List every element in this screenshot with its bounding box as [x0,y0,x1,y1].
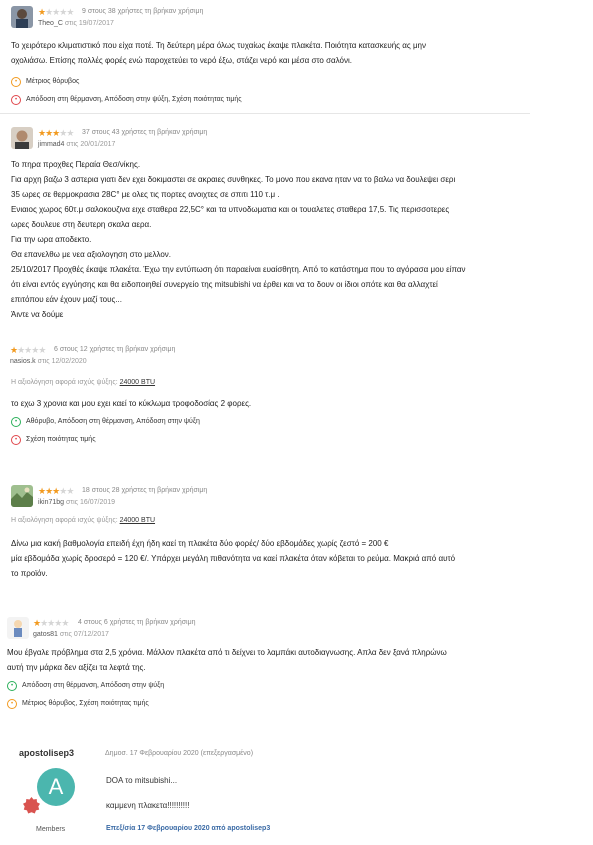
review-text: Το χειρότερο κλιματιστικό που είχα ποτέ.… [11,41,426,65]
date-prefix: στις [64,20,77,27]
author-name[interactable]: jimmad4 [38,141,64,148]
post-text: DOA το mitsubishi... [106,776,178,785]
helpful-count: 18 στους 28 χρήστες τη βρήκαν χρήσιμη [82,487,208,494]
meh-face-icon: • [7,699,17,709]
review: ★★★★★ 4 στους 6 χρήστες τη βρήκαν χρήσιμ… [0,615,545,717]
review: ★★★★★ 9 στους 38 χρήστες τη βρήκαν χρήσι… [0,2,545,113]
review-date: 20/01/2017 [80,141,116,148]
star-empty-icon: ★ [38,345,46,355]
btu-info: Η αξιολόγηση αφορά ισχύς ψύξης: 24000 BT… [11,379,156,386]
star-empty-icon: ★ [66,128,74,138]
helpful-count: 4 στους 6 χρήστες τη βρήκαν χρήσιμη [78,619,196,626]
aspect-positive: • Αθόρυβο, Απόδοση στη θέρμανση, Απόδοση … [0,417,545,435]
review-date: 12/02/2020 [51,358,87,365]
btu-link[interactable]: 24000 BTU [120,517,155,524]
author-name[interactable]: Theo_C [38,20,63,27]
review: ★★★★★ 6 στους 12 χρήστες τη βρήκαν χρήσι… [0,340,545,453]
review-date: 07/12/2017 [73,631,109,638]
btu-info: Η αξιολόγηση αφορά ισχύς ψύξης: 24000 BT… [11,517,156,524]
aspect-positive: • Απόδοση στη θέρμανση, Απόδοση στην ψύξη [0,681,545,699]
rating-stars: ★★★★★ [38,128,74,138]
author-name[interactable]: gatos81 [33,631,58,638]
user-avatar[interactable] [11,127,33,149]
divider [0,113,530,114]
rating-stars: ★★★★★ [10,345,46,355]
meh-face-icon: • [11,77,21,87]
smile-face-icon: • [11,417,21,427]
aspect-neutral: • Μέτριος θόρυβος [0,77,545,95]
frown-face-icon: • [11,435,21,445]
rank-badge-icon [23,797,40,814]
review-text: Μου έβγαλε πρόβλημα στα 2,5 χρόνια. Μάλλ… [7,648,447,672]
frown-face-icon: • [11,95,21,105]
rating-stars: ★★★★★ [38,7,74,17]
rating-stars: ★★★★★ [38,486,74,496]
btu-link[interactable]: 24000 BTU [120,379,155,386]
helpful-count: 6 στους 12 χρήστες τη βρήκαν χρήσιμη [54,346,176,353]
review-text: το εχω 3 χρονια και μου εχει καεί το κύκ… [11,399,252,408]
star-empty-icon: ★ [66,486,74,496]
review: ★★★★★ 37 στους 43 χρήστες τη βρήκαν χρήσ… [0,123,545,322]
user-avatar[interactable] [11,485,33,507]
forum-post: apostolisep3 A Members Δημοσ. 17 Φεβρουα… [0,740,593,845]
aspect-negative: • Σχέση ποιότητας τιμής [0,435,545,453]
author-name[interactable]: nasios.k [10,358,36,365]
post-date: Δημοσ. 17 Φεβρουαρίου 2020 (επεξεργασμέν… [105,750,254,757]
post-text: καμμενη πλακετα!!!!!!!!!! [106,801,190,810]
review-text: Δίνω μια κακή βαθμολογία επειδή έχη ήδη … [11,539,456,578]
edited-note[interactable]: Επεξ/σία 17 Φεβρουαρίου 2020 από apostol… [106,825,270,832]
user-avatar[interactable] [7,617,29,639]
helpful-count: 37 στους 43 χρήστες τη βρήκαν χρήσιμη [82,129,208,136]
helpful-count: 9 στους 38 χρήστες τη βρήκαν χρήσιμη [82,8,204,15]
review-text: Το πηρα προχθες Περαία Θεσ/νίκης. Για αρ… [11,160,466,319]
rating-stars: ★★★★★ [33,618,69,628]
star-empty-icon: ★ [61,618,69,628]
review-date: 16/07/2019 [80,499,116,506]
user-avatar[interactable]: A [37,768,75,806]
aspect-neutral: • Μέτριος θόρυβος, Σχέση ποιότητας τιμής [0,699,545,717]
smile-face-icon: • [7,681,17,691]
review-date: 19/07/2017 [78,20,114,27]
star-empty-icon: ★ [66,7,74,17]
user-avatar[interactable] [11,6,33,28]
member-role: Members [36,826,66,833]
post-username[interactable]: apostolisep3 [19,748,74,758]
review: ★★★★★ 18 στους 28 χρήστες τη βρήκαν χρήσ… [0,481,545,581]
author-name[interactable]: ikin71bg [38,499,64,506]
aspect-negative: • Απόδοση στη θέρμανση, Απόδοση στην ψύξη… [0,95,545,113]
